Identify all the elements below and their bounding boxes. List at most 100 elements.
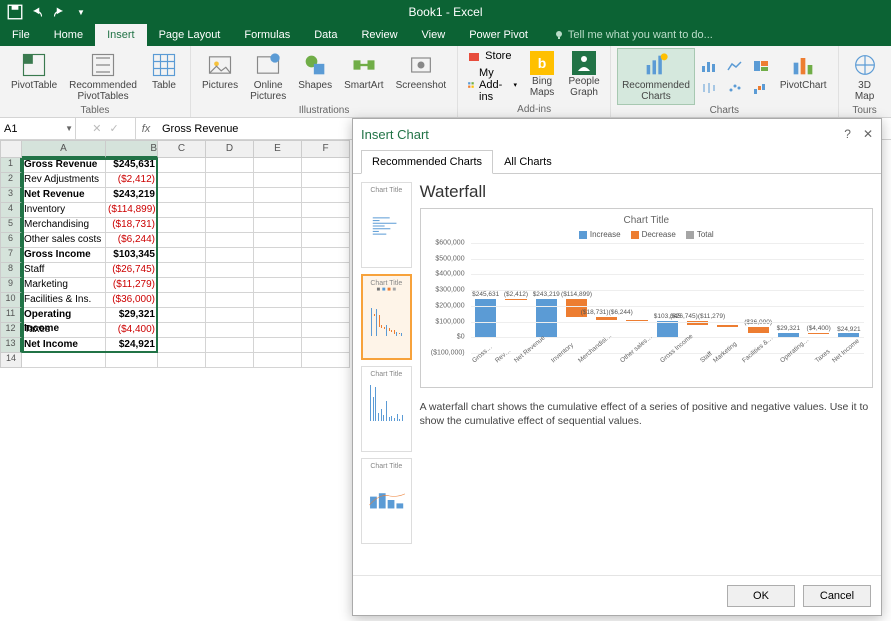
cancel-button[interactable]: Cancel xyxy=(803,585,871,607)
cell[interactable] xyxy=(158,263,206,278)
cell[interactable]: Taxes xyxy=(22,323,106,338)
recommended-pivottables-button[interactable]: Recommended PivotTables xyxy=(64,48,142,105)
tell-me-search[interactable]: Tell me what you want to do... xyxy=(540,24,713,46)
stock-chart-icon[interactable] xyxy=(697,78,721,98)
chart-thumb-1[interactable]: Chart Title xyxy=(361,182,412,268)
tab-home[interactable]: Home xyxy=(42,24,95,46)
cancel-formula-icon[interactable]: ✕ xyxy=(92,122,101,135)
cell[interactable] xyxy=(254,293,302,308)
chart-thumb-2[interactable]: Chart Title ■ ■ ■ ■ xyxy=(361,274,412,360)
cell[interactable] xyxy=(158,188,206,203)
row-header[interactable]: 4 xyxy=(0,203,22,218)
cell[interactable]: Marketing xyxy=(22,278,106,293)
cell[interactable]: Gross Income xyxy=(22,248,106,263)
cell[interactable]: Rev Adjustments xyxy=(22,173,106,188)
cell[interactable]: Net Revenue xyxy=(22,188,106,203)
line-chart-icon[interactable] xyxy=(723,56,747,76)
row-header[interactable]: 6 xyxy=(0,233,22,248)
cell[interactable] xyxy=(302,188,350,203)
screenshot-button[interactable]: Screenshot xyxy=(391,48,452,105)
col-header-E[interactable]: E xyxy=(254,140,302,158)
col-header-B[interactable]: B xyxy=(106,140,158,158)
tab-pagelayout[interactable]: Page Layout xyxy=(147,24,233,46)
cell[interactable] xyxy=(254,218,302,233)
cell[interactable]: Inventory xyxy=(22,203,106,218)
cell[interactable] xyxy=(206,263,254,278)
shapes-button[interactable]: Shapes xyxy=(293,48,337,105)
pictures-button[interactable]: Pictures xyxy=(197,48,243,105)
cell[interactable]: $243,219 xyxy=(106,188,158,203)
table-button[interactable]: Table xyxy=(144,48,184,105)
col-header-F[interactable]: F xyxy=(302,140,350,158)
ok-button[interactable]: OK xyxy=(727,585,795,607)
col-header-A[interactable]: A xyxy=(22,140,106,158)
cell[interactable]: $245,631 xyxy=(106,158,158,173)
row-header[interactable]: 9 xyxy=(0,278,22,293)
cell[interactable]: Operating Income xyxy=(22,308,106,323)
undo-icon[interactable] xyxy=(28,3,46,21)
chevron-down-icon[interactable]: ▼ xyxy=(65,124,73,133)
row-header[interactable]: 2 xyxy=(0,173,22,188)
tab-file[interactable]: File xyxy=(0,24,42,46)
tab-recommended-charts[interactable]: Recommended Charts xyxy=(361,150,493,174)
cell[interactable] xyxy=(302,323,350,338)
cell[interactable] xyxy=(158,203,206,218)
cell[interactable] xyxy=(254,173,302,188)
tab-review[interactable]: Review xyxy=(349,24,409,46)
recommended-charts-button[interactable]: Recommended Charts xyxy=(617,48,695,105)
row-header[interactable]: 12 xyxy=(0,323,22,338)
cell[interactable]: $103,345 xyxy=(106,248,158,263)
row-header[interactable]: 10 xyxy=(0,293,22,308)
cell[interactable] xyxy=(254,338,302,353)
row-header[interactable]: 3 xyxy=(0,188,22,203)
cell[interactable] xyxy=(206,188,254,203)
bing-maps-button[interactable]: bBing Maps xyxy=(522,48,562,104)
cell[interactable]: ($6,244) xyxy=(106,233,158,248)
cell[interactable] xyxy=(254,188,302,203)
cell[interactable] xyxy=(206,278,254,293)
cell[interactable] xyxy=(206,218,254,233)
cell[interactable]: Other sales costs xyxy=(22,233,106,248)
cell[interactable] xyxy=(206,203,254,218)
cell[interactable] xyxy=(206,293,254,308)
waterfall-chart-icon[interactable] xyxy=(749,78,773,98)
cell[interactable] xyxy=(158,173,206,188)
online-pictures-button[interactable]: Online Pictures xyxy=(245,48,291,105)
smartart-button[interactable]: SmartArt xyxy=(339,48,388,105)
cell[interactable]: Staff xyxy=(22,263,106,278)
tab-powerpivot[interactable]: Power Pivot xyxy=(457,24,540,46)
save-icon[interactable] xyxy=(6,3,24,21)
cell[interactable]: ($4,400) xyxy=(106,323,158,338)
cell[interactable] xyxy=(302,263,350,278)
cell[interactable]: Gross Revenue xyxy=(22,158,106,173)
cell[interactable]: Net Income xyxy=(22,338,106,353)
tab-data[interactable]: Data xyxy=(302,24,349,46)
cell[interactable] xyxy=(158,278,206,293)
bar-chart-icon[interactable] xyxy=(697,56,721,76)
cell[interactable] xyxy=(158,158,206,173)
row-header[interactable]: 14 xyxy=(0,353,22,368)
cell[interactable] xyxy=(254,308,302,323)
cell[interactable] xyxy=(302,293,350,308)
fx-icon[interactable]: fx xyxy=(136,118,156,139)
row-header[interactable]: 7 xyxy=(0,248,22,263)
cell[interactable] xyxy=(158,233,206,248)
help-icon[interactable]: ? xyxy=(844,127,851,141)
tab-view[interactable]: View xyxy=(410,24,458,46)
tab-formulas[interactable]: Formulas xyxy=(232,24,302,46)
cell[interactable] xyxy=(206,323,254,338)
cell[interactable]: Merchandising xyxy=(22,218,106,233)
cell[interactable] xyxy=(254,233,302,248)
cell[interactable] xyxy=(254,203,302,218)
cell[interactable] xyxy=(254,323,302,338)
name-box[interactable]: A1▼ xyxy=(0,118,76,139)
row-header[interactable]: 11 xyxy=(0,308,22,323)
qat-dropdown-icon[interactable]: ▼ xyxy=(72,3,90,21)
row-header[interactable]: 13 xyxy=(0,338,22,353)
cell[interactable] xyxy=(206,158,254,173)
cell[interactable] xyxy=(302,308,350,323)
cell[interactable] xyxy=(158,338,206,353)
cell[interactable]: ($26,745) xyxy=(106,263,158,278)
cell[interactable] xyxy=(206,173,254,188)
cell[interactable] xyxy=(206,308,254,323)
